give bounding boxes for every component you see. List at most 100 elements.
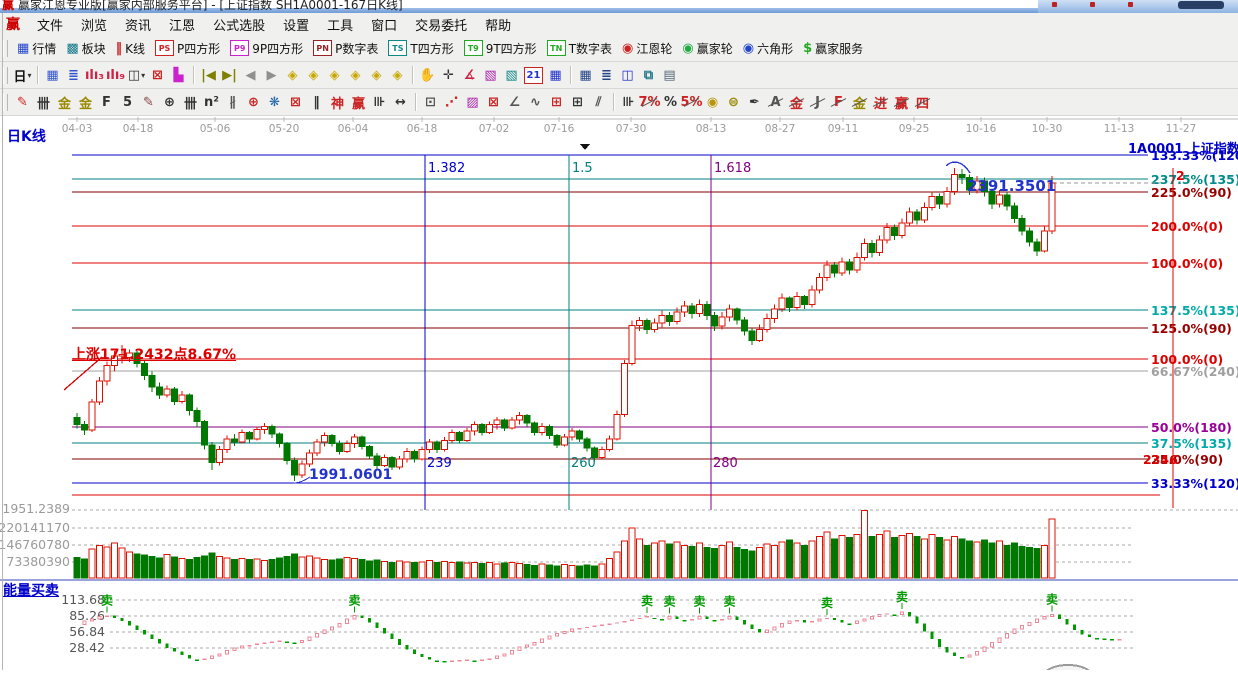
- mirror-angle-icon[interactable]: ∦: [222, 92, 243, 112]
- print-icon[interactable]: ▤: [659, 65, 680, 85]
- gold-grid-1-icon[interactable]: 金: [54, 92, 75, 112]
- shift-right-icon[interactable]: ◈: [303, 65, 324, 85]
- n-square-icon[interactable]: n²: [201, 92, 222, 112]
- price-ladder-icon[interactable]: ⊪: [618, 92, 639, 112]
- menu-item-news[interactable]: 资讯: [116, 13, 160, 36]
- gann-shape-icon[interactable]: ▧: [480, 65, 501, 85]
- zoom-out-h-icon[interactable]: ◈: [324, 65, 345, 85]
- menu-item-window[interactable]: 窗口: [362, 13, 406, 36]
- window-controls[interactable]: [1038, 0, 1238, 13]
- spider-web-icon[interactable]: ❋: [264, 92, 285, 112]
- fan-grid-icon[interactable]: ⊠: [483, 92, 504, 112]
- toolbar-button-hexagon[interactable]: ◉六角形: [738, 39, 798, 58]
- menu-item-help[interactable]: 帮助: [476, 13, 520, 36]
- fan-lines-icon[interactable]: ⋰: [441, 92, 462, 112]
- percent-7-icon[interactable]: 7%: [639, 92, 660, 112]
- angle-line-icon[interactable]: ∠: [504, 92, 525, 112]
- jin-angle-icon[interactable]: 进: [870, 92, 891, 112]
- toolbar-button-winner-wheel[interactable]: ◉赢家轮: [677, 39, 737, 58]
- box-select-icon[interactable]: ⊡: [420, 92, 441, 112]
- ink-brush-icon[interactable]: ✒: [744, 92, 765, 112]
- toolbar-button-9t-square[interactable]: T99T四方形: [459, 39, 542, 58]
- fan-box-icon[interactable]: ▨: [462, 92, 483, 112]
- candle-type-dropdown-icon[interactable]: ◫▾: [126, 65, 147, 85]
- grid-target-icon[interactable]: ⊠: [285, 92, 306, 112]
- export-data-icon[interactable]: ⧉: [638, 65, 659, 85]
- f-ruler-icon[interactable]: F: [96, 92, 117, 112]
- gold-bar-icon[interactable]: ⊜: [723, 92, 744, 112]
- shift-left-icon[interactable]: ◈: [282, 65, 303, 85]
- menu-item-settings[interactable]: 设置: [274, 13, 318, 36]
- circle-cross-icon[interactable]: ⊕: [243, 92, 264, 112]
- toolbar-button-winner-service[interactable]: $赢家服务: [798, 39, 868, 58]
- zoom-in-h-icon[interactable]: ◈: [345, 65, 366, 85]
- kline-chart-canvas[interactable]: 04-0304-1805-0605-2006-0406-1807-0207-16…: [0, 116, 1238, 670]
- menu-item-formula-stock-pick[interactable]: 公式选股: [204, 13, 274, 36]
- toolbar-button-t-number-table[interactable]: TNT数字表: [542, 39, 617, 58]
- gold-grid-2-icon[interactable]: 金: [75, 92, 96, 112]
- gold-coin-icon[interactable]: ◉: [702, 92, 723, 112]
- save-disk-icon[interactable]: ◫: [617, 65, 638, 85]
- angle-measure-icon[interactable]: ∡: [459, 65, 480, 85]
- ying-tool-icon[interactable]: 赢: [348, 92, 369, 112]
- grid-red-icon[interactable]: ⊞: [546, 92, 567, 112]
- wave-line-icon[interactable]: ∿: [525, 92, 546, 112]
- pattern-clear-icon[interactable]: ⊠: [147, 65, 168, 85]
- brush-red-icon[interactable]: ✎: [12, 92, 33, 112]
- compress-v-icon[interactable]: ◈: [366, 65, 387, 85]
- toolbar-button-9p-square[interactable]: P99P四方形: [225, 39, 308, 58]
- percent-5-icon[interactable]: 5%: [681, 92, 702, 112]
- toolbar-button-p-number-table[interactable]: PNP数字表: [308, 39, 383, 58]
- ruler-123-icon[interactable]: ⊪: [369, 92, 390, 112]
- toolbar-button-sectors[interactable]: ▩板块: [61, 39, 110, 58]
- toolbar-grip[interactable]: [3, 94, 8, 111]
- toolbar-grip[interactable]: [3, 40, 8, 57]
- spiral-5-icon[interactable]: 5: [117, 92, 138, 112]
- menu-item-gann[interactable]: 江恩: [160, 13, 204, 36]
- gold-angle-icon[interactable]: 金: [849, 92, 870, 112]
- toolbar-button-p-square[interactable]: PSP四方形: [150, 39, 225, 58]
- chart-area[interactable]: 04-0304-1805-0605-2006-0406-1807-0207-16…: [0, 116, 1238, 670]
- bars-9-icon[interactable]: ılı₉: [105, 65, 126, 85]
- time-circle-icon[interactable]: ⊕: [159, 92, 180, 112]
- gold-red-icon[interactable]: 金: [786, 92, 807, 112]
- toolbar-button-kline[interactable]: ‖K线: [111, 39, 150, 58]
- shen-tool-icon[interactable]: 神: [327, 92, 348, 112]
- volume-ladder-icon[interactable]: ▙: [168, 65, 189, 85]
- toolbar-grip[interactable]: [3, 67, 8, 84]
- calendar-21-icon[interactable]: 21: [524, 67, 543, 84]
- width-measure-icon[interactable]: ↔: [390, 92, 411, 112]
- wave-a-icon[interactable]: A: [765, 92, 786, 112]
- grid-dark-icon[interactable]: ⊞: [567, 92, 588, 112]
- comb-2-icon[interactable]: 卌: [180, 92, 201, 112]
- period-daily-dropdown-icon[interactable]: 日▾: [12, 65, 33, 85]
- menu-item-tools[interactable]: 工具: [318, 13, 362, 36]
- toolbar-button-gann-wheel[interactable]: ◉江恩轮: [617, 39, 677, 58]
- minimize-maximize-close-buttons[interactable]: [1178, 1, 1224, 9]
- bars-3-icon[interactable]: ılı₃: [84, 65, 105, 85]
- percent-icon[interactable]: %: [660, 92, 681, 112]
- slash-lines-icon[interactable]: ⫽: [588, 92, 609, 112]
- jump-first-icon[interactable]: |◀: [198, 65, 219, 85]
- f-angle-icon[interactable]: F: [828, 92, 849, 112]
- page-right-icon[interactable]: ▶: [261, 65, 282, 85]
- report-notes-icon[interactable]: ≣: [596, 65, 617, 85]
- region-window-icon[interactable]: ▦: [42, 65, 63, 85]
- ying-angle-icon[interactable]: 赢: [891, 92, 912, 112]
- info-board-icon[interactable]: ≣: [63, 65, 84, 85]
- crosshair-icon[interactable]: ✛: [438, 65, 459, 85]
- jump-last-icon[interactable]: ▶|: [219, 65, 240, 85]
- menu-item-trade-entrust[interactable]: 交易委托: [406, 13, 476, 36]
- toolbar-button-t-square[interactable]: TST四方形: [383, 39, 458, 58]
- pan-hand-icon[interactable]: ✋: [417, 65, 438, 85]
- calculator-icon[interactable]: ▦: [545, 65, 566, 85]
- menu-item-browse[interactable]: 浏览: [72, 13, 116, 36]
- quote-ticks-icon[interactable]: ‖: [306, 92, 327, 112]
- brush-2-icon[interactable]: ✎: [138, 92, 159, 112]
- menu-item-file[interactable]: 文件: [28, 13, 72, 36]
- pattern-teal-icon[interactable]: ▧: [501, 65, 522, 85]
- grid-comb-icon[interactable]: 卌: [33, 92, 54, 112]
- j-angle-icon[interactable]: J: [807, 92, 828, 112]
- fit-all-icon[interactable]: ◈: [387, 65, 408, 85]
- si-angle-icon[interactable]: 四: [912, 92, 933, 112]
